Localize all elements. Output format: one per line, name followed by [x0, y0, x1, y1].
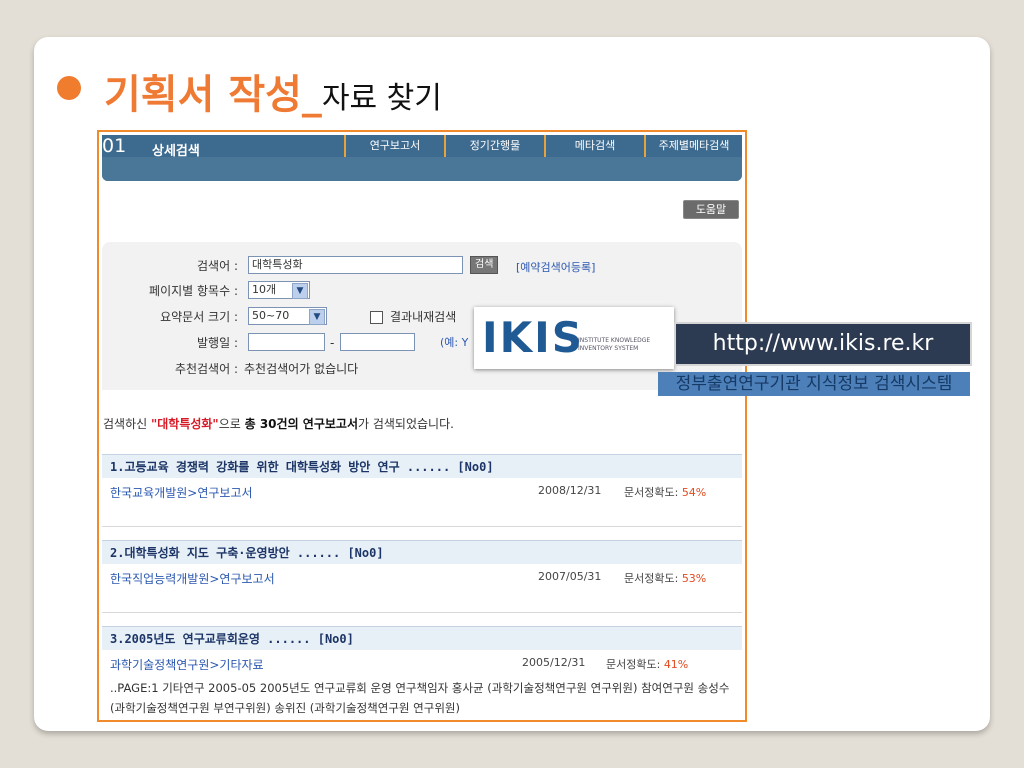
accuracy-value: 41% — [663, 658, 689, 671]
summary-prefix: 검색하신 — [103, 417, 151, 431]
accuracy-value: 53% — [681, 572, 707, 585]
result-accuracy: 문서정확도: 41% — [606, 656, 688, 672]
keyword-label: 검색어 : — [197, 259, 238, 273]
summary-keyword: "대학특성화" — [150, 417, 219, 431]
recommend-value: 추천검색어가 없습니다 — [244, 362, 359, 376]
tab-subject-meta-search[interactable]: 주제별메타검색 — [644, 135, 742, 157]
pub-date-end-input[interactable] — [340, 333, 415, 351]
result-date: 2008/12/31 — [538, 484, 602, 497]
search-button[interactable]: 검색 — [470, 256, 499, 274]
result-title-link[interactable]: 2.대학특성화 지도 구축·운영방안 ...... [No0] — [102, 540, 742, 564]
help-button[interactable]: 도움말 — [683, 200, 739, 219]
result-title-link[interactable]: 3.2005년도 연구교류회운영 ...... [No0] — [102, 626, 742, 650]
result-item: 3.2005년도 연구교류회운영 ...... [No0] 과학기술정책연구원>… — [102, 626, 742, 720]
ikis-logo-card: IKIS INSTITUTE KNOWLEDGE INVENTORY SYSTE… — [474, 307, 674, 369]
summary-count: 총 30건의 연구보고서 — [244, 417, 358, 431]
system-description-label: 정부출연연구기관 지식정보 검색시스템 — [658, 372, 970, 396]
pub-date-start-input[interactable] — [248, 333, 325, 351]
research-within-label: 결과내재검색 — [390, 310, 457, 324]
heading-sub: 자료 찾기 — [321, 81, 442, 116]
summary-mid: 으로 — [218, 417, 245, 431]
result-title-link[interactable]: 1.고등교육 경쟁력 강화를 위한 대학특성화 방안 연구 ...... [No… — [102, 454, 742, 478]
recommend-label: 추천검색어 : — [174, 362, 238, 376]
page-items-label: 페이지별 항목수 : — [149, 284, 238, 298]
result-snippet: ..PAGE:1 기타연구 2005-05 2005년도 연구교류회 운영 연구… — [110, 681, 730, 715]
page-items-select[interactable]: 10개 ▼ — [248, 281, 310, 299]
ikis-sub-line2: INVENTORY SYSTEM — [578, 345, 639, 352]
chevron-down-icon: ▼ — [309, 309, 325, 325]
screenshot-frame: 01 상세검색 연구보고서 정기간행물 메타검색 주제별메타검색 도움말 검색어… — [97, 130, 747, 722]
page-items-value: 10개 — [252, 283, 277, 296]
slide-heading: 기획서 작성_자료 찾기 — [104, 62, 442, 120]
result-item: 2.대학특성화 지도 구축·운영방안 ...... [No0] 한국직업능력개발… — [102, 540, 742, 612]
heading-main: 기획서 작성_ — [104, 72, 322, 118]
tab-list: 연구보고서 정기간행물 메타검색 주제별메타검색 — [344, 135, 742, 157]
pub-date-label: 발행일 : — [197, 336, 238, 350]
result-summary: 검색하신 "대학특성화"으로 총 30건의 연구보고서가 검색되었습니다. — [103, 415, 454, 432]
result-source-link[interactable]: 한국직업능력개발원>연구보고서 — [110, 570, 275, 587]
accuracy-label: 문서정확도: — [606, 658, 661, 671]
accuracy-label: 문서정확도: — [624, 572, 679, 585]
ikis-logo-subtitle: INSTITUTE KNOWLEDGE INVENTORY SYSTEM — [578, 337, 668, 353]
summary-size-label: 요약문서 크기 : — [160, 310, 238, 324]
research-within-checkbox[interactable] — [370, 311, 383, 324]
result-accuracy: 문서정확도: 54% — [624, 484, 706, 500]
date-example-text: (예: Y — [440, 336, 469, 349]
accuracy-value: 54% — [681, 486, 707, 499]
tab-bar-lower — [102, 157, 742, 181]
keyword-row: 검색어 : 대학특성화 검색 [예약검색어등록] — [102, 256, 742, 276]
keyword-input[interactable]: 대학특성화 — [248, 256, 463, 274]
section-title: 상세검색 — [152, 144, 200, 159]
tab-research-reports[interactable]: 연구보고서 — [344, 135, 444, 157]
result-date: 2005/12/31 — [522, 656, 586, 669]
result-date: 2007/05/31 — [538, 570, 602, 583]
date-separator: - — [330, 336, 335, 350]
accuracy-label: 문서정확도: — [624, 486, 679, 499]
section-number: 01 — [102, 135, 127, 157]
result-item: 1.고등교육 경쟁력 강화를 위한 대학특성화 방안 연구 ...... [No… — [102, 454, 742, 526]
reserve-keyword-link[interactable]: [예약검색어등록] — [516, 258, 595, 278]
tab-meta-search[interactable]: 메타검색 — [544, 135, 644, 157]
result-source-link[interactable]: 과학기술정책연구원>기타자료 — [110, 656, 264, 673]
result-accuracy: 문서정확도: 53% — [624, 570, 706, 586]
tab-bar: 01 상세검색 연구보고서 정기간행물 메타검색 주제별메타검색 — [102, 135, 742, 181]
page-items-row: 페이지별 항목수 : 10개 ▼ — [102, 281, 742, 301]
tab-periodicals[interactable]: 정기간행물 — [444, 135, 544, 157]
bullet-dot-icon — [57, 76, 81, 100]
result-divider — [102, 526, 742, 527]
result-source-link[interactable]: 한국교육개발원>연구보고서 — [110, 484, 253, 501]
summary-size-select[interactable]: 50~70 ▼ — [248, 307, 327, 325]
summary-size-value: 50~70 — [252, 309, 290, 322]
site-url-label: http://www.ikis.re.kr — [674, 322, 972, 366]
result-divider — [102, 612, 742, 613]
ikis-sub-line1: INSTITUTE KNOWLEDGE — [578, 337, 651, 344]
ikis-logo: IKIS — [482, 313, 585, 362]
chevron-down-icon: ▼ — [292, 283, 308, 299]
summary-suffix: 가 검색되었습니다. — [358, 417, 454, 431]
